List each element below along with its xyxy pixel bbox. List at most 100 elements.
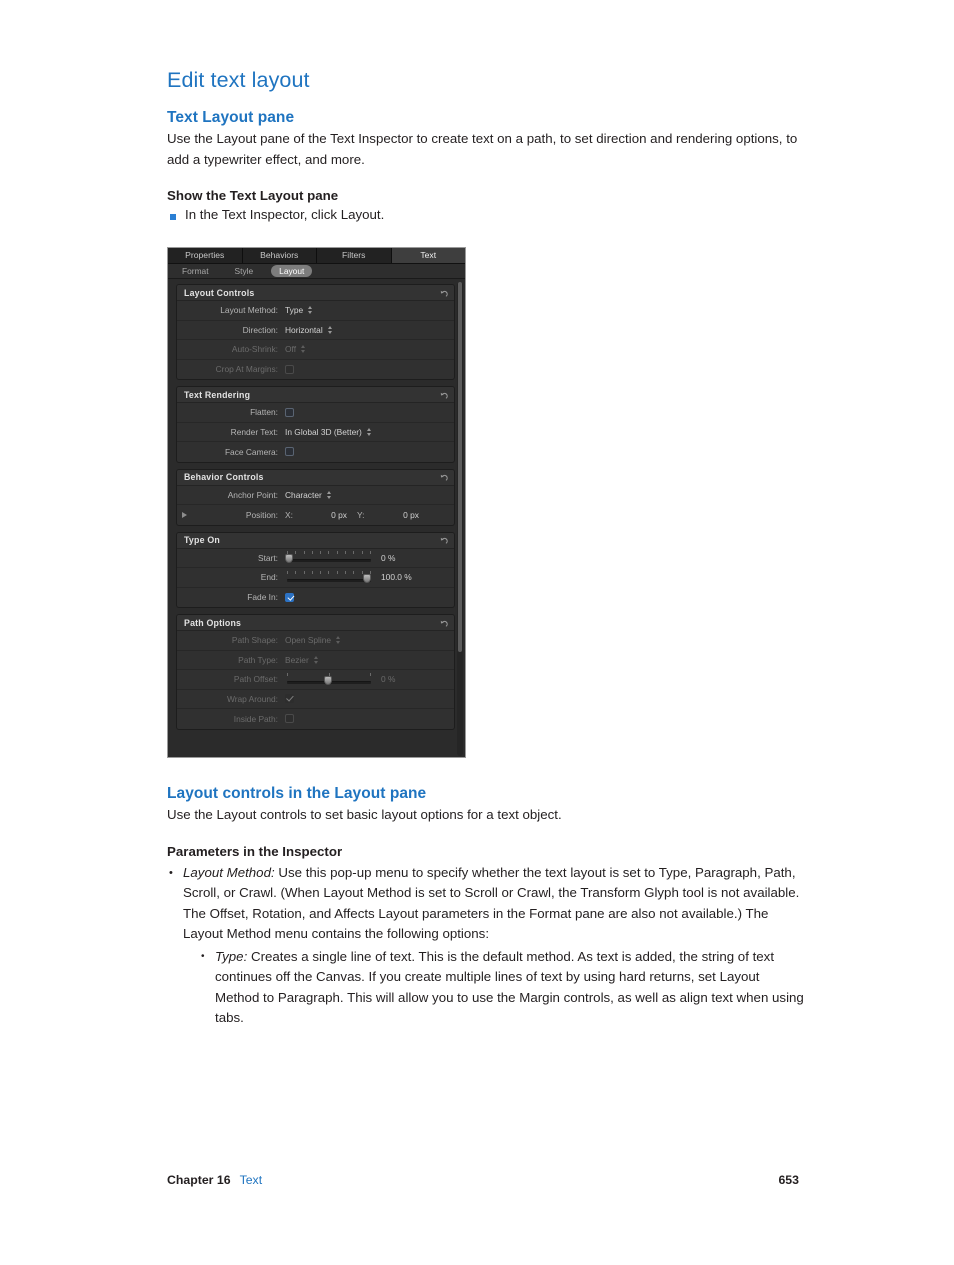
- checkbox-fade-in[interactable]: [285, 592, 294, 602]
- bullet-list-item: In the Text Inspector, click Layout.: [167, 206, 807, 224]
- reset-arrow-icon[interactable]: [439, 390, 449, 400]
- group-type-on: Type On Start: 0 % End: 100.0 % Fade In:: [176, 531, 455, 608]
- document-page: Edit text layout Text Layout pane Use th…: [0, 0, 954, 1265]
- slider-ticks: [287, 551, 371, 555]
- label-fade-in: Fade In:: [247, 592, 278, 603]
- inspector-sub-tab-bar: Format Style Layout: [168, 264, 465, 279]
- reset-arrow-icon[interactable]: [439, 288, 449, 298]
- row-path-offset: Path Offset: 0 %: [177, 670, 454, 690]
- popup-anchor-point[interactable]: Character: [285, 490, 332, 500]
- label-start: Start:: [257, 552, 278, 563]
- checkbox-inside-path: [285, 714, 294, 724]
- motion-text-inspector-screenshot: Properties Behaviors Filters Text Format…: [167, 247, 466, 758]
- label-path-offset: Path Offset:: [233, 674, 278, 685]
- subtab-style[interactable]: Style: [227, 265, 262, 277]
- term-type: Type:: [215, 948, 248, 964]
- slider-path-offset: [285, 672, 373, 686]
- value-path-shape: Open Spline: [285, 635, 332, 646]
- group-text-rendering: Text Rendering Flatten: Render Text: In …: [176, 386, 455, 463]
- row-position[interactable]: Position: X: 0 px Y: 0 px: [177, 505, 454, 525]
- row-layout-method[interactable]: Layout Method: Type: [177, 301, 454, 321]
- label-anchor-point: Anchor Point:: [227, 489, 278, 500]
- value-start[interactable]: 0 %: [381, 553, 423, 563]
- popup-arrows-icon: [366, 427, 372, 437]
- reset-arrow-icon[interactable]: [439, 472, 449, 482]
- square-bullet-icon: [170, 214, 176, 220]
- row-anchor-point[interactable]: Anchor Point: Character: [177, 486, 454, 505]
- value-position-y[interactable]: 0 px: [369, 510, 429, 520]
- subtab-layout[interactable]: Layout: [271, 265, 313, 277]
- tab-behaviors[interactable]: Behaviors: [242, 248, 317, 263]
- footer-chapter-link[interactable]: Text: [240, 1173, 263, 1187]
- row-wrap-around: Wrap Around:: [177, 690, 454, 709]
- label-path-shape: Path Shape:: [231, 635, 278, 646]
- value-render-text: In Global 3D (Better): [285, 426, 362, 437]
- group-header-layout-controls: Layout Controls: [177, 285, 454, 301]
- popup-direction[interactable]: Horizontal: [285, 325, 333, 335]
- group-title: Behavior Controls: [184, 472, 264, 482]
- value-end[interactable]: 100.0 %: [381, 572, 423, 582]
- slider-knob-path-offset: [324, 675, 332, 685]
- tab-text[interactable]: Text: [391, 248, 465, 263]
- tab-properties[interactable]: Properties: [168, 248, 243, 263]
- group-layout-controls: Layout Controls Layout Method: Type Dire…: [176, 284, 455, 380]
- group-header-text-rendering: Text Rendering: [177, 387, 454, 403]
- label-layout-method: Layout Method:: [220, 305, 278, 316]
- disclosure-triangle-icon[interactable]: [177, 510, 191, 520]
- popup-arrows-icon: [327, 325, 333, 335]
- subheading-parameters-in-the-inspector: Parameters in the Inspector: [167, 843, 343, 859]
- reset-arrow-icon[interactable]: [439, 618, 449, 628]
- group-title: Type On: [184, 535, 220, 545]
- label-end: End:: [260, 572, 278, 583]
- row-render-text[interactable]: Render Text: In Global 3D (Better): [177, 423, 454, 442]
- checkbox-wrap-around: [285, 694, 294, 704]
- slider-start[interactable]: [285, 551, 373, 564]
- slider-knob-end[interactable]: [363, 573, 371, 583]
- slider-ticks: [287, 570, 371, 575]
- section-heading-text-layout-pane: Text Layout pane: [167, 109, 295, 126]
- popup-render-text[interactable]: In Global 3D (Better): [285, 427, 372, 437]
- footer-left: Chapter 16 Text: [167, 1173, 262, 1187]
- popup-layout-method[interactable]: Type: [285, 305, 313, 315]
- desc-type: Creates a single line of text. This is t…: [215, 948, 804, 1026]
- row-auto-shrink: Auto-Shrink: Off: [177, 340, 454, 360]
- label-position-y: Y:: [357, 509, 365, 520]
- group-header-path-options: Path Options: [177, 615, 454, 631]
- checkbox-flatten[interactable]: [285, 407, 294, 417]
- value-auto-shrink: Off: [285, 344, 297, 355]
- group-title: Layout Controls: [184, 287, 255, 298]
- value-layout-method: Type: [285, 305, 304, 316]
- slider-end[interactable]: [285, 570, 373, 584]
- tab-filters[interactable]: Filters: [317, 248, 392, 263]
- row-end[interactable]: End: 100.0 %: [177, 568, 454, 588]
- label-flatten: Flatten:: [250, 407, 278, 418]
- checkbox-face-camera[interactable]: [285, 447, 294, 457]
- label-auto-shrink: Auto-Shrink:: [231, 344, 278, 355]
- list-item-layout-method: Layout Method: Use this pop-up menu to s…: [167, 863, 807, 1029]
- row-flatten[interactable]: Flatten:: [177, 403, 454, 423]
- value-position-x[interactable]: 0 px: [297, 510, 357, 520]
- row-direction[interactable]: Direction: Horizontal: [177, 321, 454, 340]
- reset-arrow-icon[interactable]: [439, 535, 449, 545]
- label-face-camera: Face Camera:: [224, 446, 278, 457]
- label-path-type: Path Type:: [238, 654, 278, 665]
- row-fade-in[interactable]: Fade In:: [177, 588, 454, 608]
- page-title: Edit text layout: [167, 68, 310, 92]
- slider-track: [287, 578, 371, 582]
- footer-page-number: 653: [778, 1173, 799, 1187]
- popup-path-shape: Open Spline: [285, 635, 341, 645]
- parameter-sublist: Type: Creates a single line of text. Thi…: [199, 947, 807, 1029]
- row-face-camera[interactable]: Face Camera:: [177, 442, 454, 462]
- group-path-options: Path Options Path Shape: Open Spline Pat…: [176, 614, 455, 730]
- vertical-scrollbar[interactable]: [457, 282, 463, 756]
- value-anchor-point: Character: [285, 489, 322, 500]
- value-path-offset: 0 %: [381, 674, 396, 685]
- subtab-format[interactable]: Format: [174, 265, 217, 277]
- row-path-shape: Path Shape: Open Spline: [177, 631, 454, 651]
- label-position-x: X:: [285, 509, 293, 520]
- popup-arrows-icon: [308, 305, 313, 315]
- checkbox-crop-at-margins: [285, 364, 294, 374]
- label-crop-at-margins: Crop At Margins:: [215, 364, 278, 375]
- row-start[interactable]: Start: 0 %: [177, 549, 454, 568]
- scrollbar-thumb[interactable]: [458, 282, 462, 652]
